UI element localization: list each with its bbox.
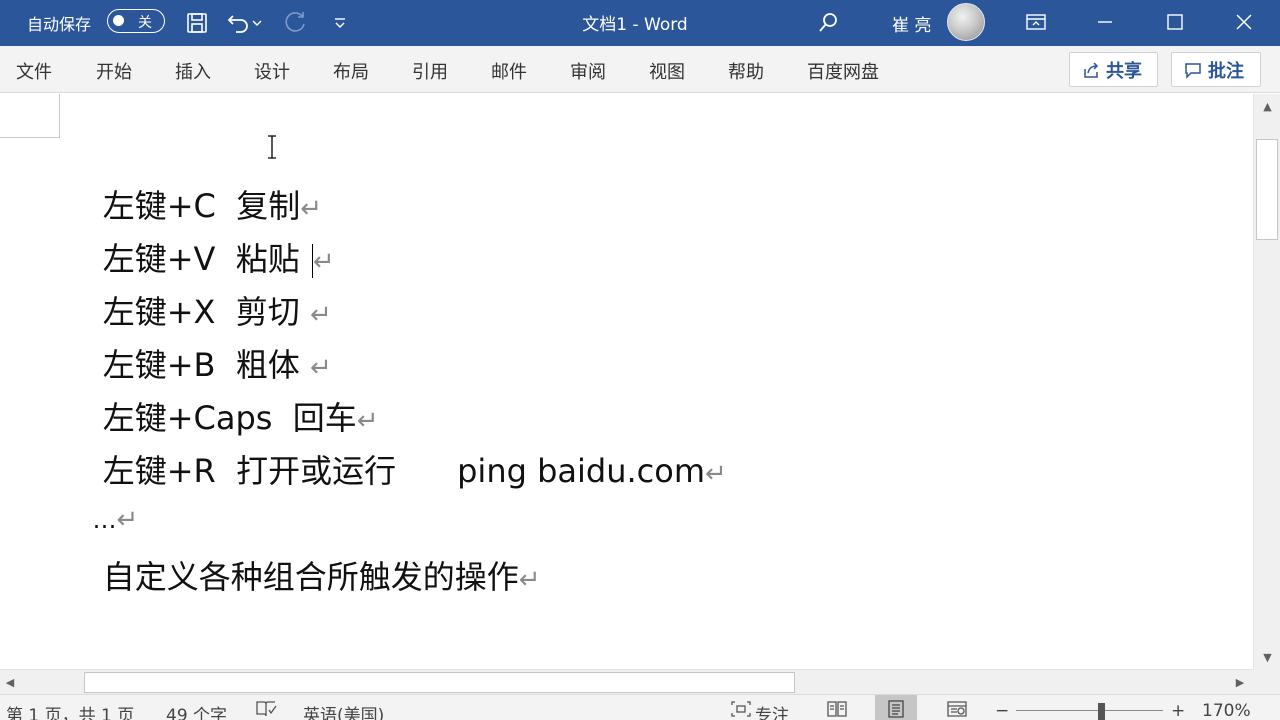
share-button[interactable]: 共享	[1069, 52, 1158, 87]
tab-home[interactable]: 开始	[96, 58, 132, 84]
line-text: 自定义各种组合所触发的操作	[102, 558, 519, 596]
minimize-icon[interactable]	[1082, 0, 1128, 44]
zoom-in-button[interactable]: +	[1171, 701, 1185, 720]
document-line[interactable]: 左键+R 打开或运行 ping baidu.com↵	[62, 411, 727, 534]
user-name[interactable]: 崔 亮	[892, 11, 931, 36]
scroll-up-icon[interactable]: ▲	[1254, 94, 1280, 118]
scrollbar-corner	[1253, 669, 1280, 694]
document-title: 文档1 - Word	[582, 15, 688, 35]
horizontal-scroll-thumb[interactable]	[84, 672, 795, 693]
comments-button[interactable]: 批注	[1171, 52, 1261, 87]
document-body[interactable]: 左键+C 复制↵ 左键+V 粘贴 ↵ 左键+X 剪切 ↵ 左键+B 粗体 ↵ 左…	[0, 94, 1253, 669]
ribbon-tab-bar: 文件 开始 插入 设计 布局 引用 邮件 审阅 视图 帮助 百度网盘 共享 批注	[0, 46, 1280, 93]
ribbon-display-options-icon[interactable]	[1013, 0, 1059, 44]
scroll-down-icon[interactable]: ▼	[1254, 645, 1280, 669]
title-bar: 自动保存 关 文档1 - Word 崔 亮	[0, 0, 1280, 46]
print-layout-icon[interactable]	[886, 700, 906, 718]
scroll-right-icon[interactable]: ▶	[1230, 670, 1250, 695]
tab-layout[interactable]: 布局	[333, 58, 369, 84]
share-icon	[1084, 61, 1099, 78]
document-line[interactable]: 自定义各种组合所触发的操作↵	[62, 517, 541, 640]
page-margin-marker	[0, 94, 60, 138]
vertical-scroll-thumb[interactable]	[1256, 139, 1278, 240]
tab-design[interactable]: 设计	[254, 58, 290, 84]
tab-view[interactable]: 视图	[649, 58, 685, 84]
tab-mailings[interactable]: 邮件	[491, 58, 527, 84]
tab-insert[interactable]: 插入	[175, 58, 211, 84]
line-text: 左键+R 打开或运行 ping baidu.com	[102, 452, 706, 490]
proofing-book-icon[interactable]	[255, 700, 277, 718]
comments-label: 批注	[1208, 60, 1244, 82]
web-layout-icon[interactable]	[946, 700, 968, 718]
zoom-slider-thumb[interactable]	[1098, 703, 1105, 720]
focus-mode[interactable]: 专注	[755, 701, 789, 720]
zoom-out-button[interactable]: −	[995, 701, 1009, 720]
vertical-scrollbar[interactable]: ▲ ▼	[1253, 94, 1280, 669]
language[interactable]: 英语(美国)	[303, 701, 384, 720]
status-bar: 第 1 页，共 1 页 49 个字 英语(美国) 专注 − + 170%	[0, 694, 1280, 720]
share-label: 共享	[1106, 60, 1142, 82]
tab-baidu-netdisk[interactable]: 百度网盘	[807, 58, 879, 84]
word-count[interactable]: 49 个字	[166, 701, 227, 720]
focus-icon	[731, 701, 751, 717]
paragraph-mark-icon: ↵	[518, 565, 541, 595]
zoom-slider[interactable]	[1016, 710, 1163, 711]
paragraph-mark-icon: ↵	[705, 459, 727, 489]
zoom-level[interactable]: 170%	[1202, 701, 1251, 720]
search-icon[interactable]	[813, 8, 843, 38]
tab-review[interactable]: 审阅	[570, 58, 606, 84]
tab-help[interactable]: 帮助	[728, 58, 764, 84]
maximize-icon[interactable]	[1152, 0, 1198, 44]
read-mode-icon[interactable]	[826, 700, 848, 718]
avatar[interactable]	[947, 3, 985, 41]
comment-icon	[1185, 62, 1201, 79]
scroll-left-icon[interactable]: ◀	[0, 670, 20, 695]
page-count[interactable]: 第 1 页，共 1 页	[6, 701, 134, 720]
i-beam-cursor-icon	[268, 135, 276, 159]
close-icon[interactable]	[1221, 0, 1267, 44]
tab-file[interactable]: 文件	[16, 58, 52, 84]
tab-references[interactable]: 引用	[412, 58, 448, 84]
horizontal-scrollbar[interactable]: ◀ ▶	[0, 669, 1253, 694]
